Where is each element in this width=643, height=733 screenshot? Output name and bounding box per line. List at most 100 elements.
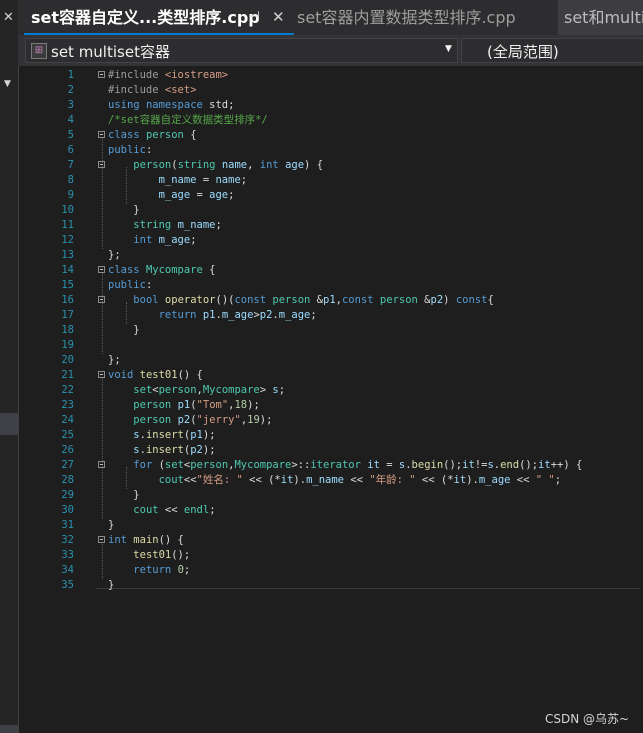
- collapse-icon[interactable]: [98, 266, 105, 273]
- line-number: 4: [67, 114, 74, 126]
- code-text: };: [108, 249, 121, 261]
- code-line[interactable]: 33 test01();: [26, 548, 643, 563]
- line-number: 27: [61, 459, 74, 471]
- code-line[interactable]: 3 using namespace std;: [26, 98, 643, 113]
- code-line[interactable]: 21 void test01() {: [26, 368, 643, 383]
- code-line[interactable]: 4 /*set容器自定义数据类型排序*/: [26, 113, 643, 128]
- code-editor[interactable]: 1 #include <iostream> 2 #include <set> 3 usin…: [26, 66, 643, 733]
- code-line[interactable]: 18 }: [26, 323, 643, 338]
- scroll-corner: [0, 725, 18, 733]
- line-number: 2: [67, 84, 74, 96]
- code-line[interactable]: 26 s.insert(p2);: [26, 443, 643, 458]
- project-dropdown[interactable]: ⊞ set multiset容器 ▼: [25, 38, 458, 63]
- line-number: 32: [61, 534, 74, 546]
- collapse-icon[interactable]: [98, 296, 105, 303]
- line-number: 26: [61, 444, 74, 456]
- tab-bar: set容器自定义...类型排序.cpp ⊣ ✕ set容器内置数据类型排序.cp…: [18, 0, 643, 35]
- code-line[interactable]: 12 int m_age;: [26, 233, 643, 248]
- code-text: for (set<person,Mycompare>::iterator it …: [133, 459, 583, 471]
- pin-icon[interactable]: ⊣: [248, 0, 260, 33]
- code-text: };: [108, 354, 121, 366]
- line-number: 7: [67, 159, 74, 171]
- code-line[interactable]: 8 m_name = name;: [26, 173, 643, 188]
- code-line[interactable]: 34 return 0;: [26, 563, 643, 578]
- code-text: s.insert(p1);: [133, 429, 216, 441]
- close-icon[interactable]: ✕: [3, 10, 14, 25]
- code-line[interactable]: 20};: [26, 353, 643, 368]
- tab-label: set容器内置数据类型排序.cpp: [297, 8, 516, 27]
- code-line[interactable]: 16 bool operator()(const person &p1,cons…: [26, 293, 643, 308]
- tab-set-multiset[interactable]: set和multis: [558, 0, 643, 35]
- code-text: }: [108, 519, 115, 531]
- code-line[interactable]: 30 cout << endl;: [26, 503, 643, 518]
- code-text: int main() {: [108, 534, 184, 546]
- scope-dropdown[interactable]: (全局范围): [461, 38, 643, 63]
- code-text: #include <set>: [108, 84, 197, 96]
- line-number: 15: [61, 279, 74, 291]
- code-line[interactable]: 24 person p2("jerry",19);: [26, 413, 643, 428]
- line-number: 34: [61, 564, 74, 576]
- code-text: m_name = name;: [158, 174, 248, 186]
- code-text: test01();: [133, 549, 191, 561]
- code-line[interactable]: 6 public:: [26, 143, 643, 158]
- tab-set-custom-sort[interactable]: set容器自定义...类型排序.cpp ⊣ ✕: [24, 0, 294, 35]
- code-text: void test01() {: [108, 369, 203, 381]
- side-panel-strip: ✕ ▼: [0, 0, 19, 733]
- code-text: string m_name;: [133, 219, 222, 231]
- code-line[interactable]: 7 person(string name, int age) {: [26, 158, 643, 173]
- code-line[interactable]: 11 string m_name;: [26, 218, 643, 233]
- code-line[interactable]: 23 person p1("Tom",18);: [26, 398, 643, 413]
- selected-item-marker: [0, 413, 18, 435]
- code-text: int m_age;: [133, 234, 197, 246]
- code-line[interactable]: 5 class person {: [26, 128, 643, 143]
- watermark: CSDN @乌苏~: [545, 712, 630, 726]
- line-number: 22: [61, 384, 74, 396]
- line-number: 23: [61, 399, 74, 411]
- project-dropdown-label: set multiset容器: [51, 43, 170, 61]
- code-line[interactable]: 28 cout<<"姓名: " << (*it).m_name << "年龄: …: [26, 473, 643, 488]
- code-line[interactable]: 27 for (set<person,Mycompare>::iterator …: [26, 458, 643, 473]
- close-tab-icon[interactable]: ✕: [272, 0, 285, 33]
- code-text: s.insert(p2);: [133, 444, 216, 456]
- line-number: 10: [61, 204, 74, 216]
- code-text: }: [108, 489, 140, 501]
- code-text: return p1.m_age>p2.m_age;: [158, 309, 317, 321]
- line-number: 6: [67, 144, 74, 156]
- code-line[interactable]: 25 s.insert(p1);: [26, 428, 643, 443]
- code-text: using namespace std;: [108, 99, 235, 111]
- code-line[interactable]: 32 int main() {: [26, 533, 643, 548]
- code-line[interactable]: 31}: [26, 518, 643, 533]
- code-text: person p2("jerry",19);: [133, 414, 273, 426]
- code-line[interactable]: 19: [26, 338, 643, 353]
- code-text: class person {: [108, 129, 197, 141]
- code-line[interactable]: 22 set<person,Mycompare> s;: [26, 383, 643, 398]
- tab-set-builtin-sort[interactable]: set容器内置数据类型排序.cpp: [294, 0, 556, 35]
- code-line[interactable]: 10 }: [26, 203, 643, 218]
- collapse-icon[interactable]: [98, 371, 105, 378]
- code-line[interactable]: 2 #include <set>: [26, 83, 643, 98]
- line-number: 14: [61, 264, 74, 276]
- code-line[interactable]: 9 m_age = age;: [26, 188, 643, 203]
- code-line[interactable]: 35}: [26, 578, 643, 593]
- code-line[interactable]: 29 }: [26, 488, 643, 503]
- chevron-down-icon[interactable]: ▼: [445, 44, 452, 54]
- line-number: 16: [61, 294, 74, 306]
- line-number: 1: [67, 69, 74, 81]
- code-line[interactable]: 13};: [26, 248, 643, 263]
- code-line[interactable]: 14 class Mycompare {: [26, 263, 643, 278]
- line-number: 25: [61, 429, 74, 441]
- code-text: public:: [108, 144, 153, 156]
- collapse-icon[interactable]: [98, 536, 105, 543]
- code-text: }: [108, 579, 115, 591]
- code-line[interactable]: 1 #include <iostream>: [26, 68, 643, 83]
- collapse-icon[interactable]: [98, 71, 105, 78]
- line-number: 3: [67, 99, 74, 111]
- line-number: 9: [67, 189, 74, 201]
- collapse-icon[interactable]: [98, 161, 105, 168]
- collapse-icon[interactable]: [98, 461, 105, 468]
- tab-label: set容器自定义...类型排序.cpp: [31, 8, 260, 27]
- code-line[interactable]: 15 public:: [26, 278, 643, 293]
- collapse-icon[interactable]: [98, 131, 105, 138]
- code-line[interactable]: 17 return p1.m_age>p2.m_age;: [26, 308, 643, 323]
- dropdown-arrow-icon[interactable]: ▼: [4, 79, 11, 89]
